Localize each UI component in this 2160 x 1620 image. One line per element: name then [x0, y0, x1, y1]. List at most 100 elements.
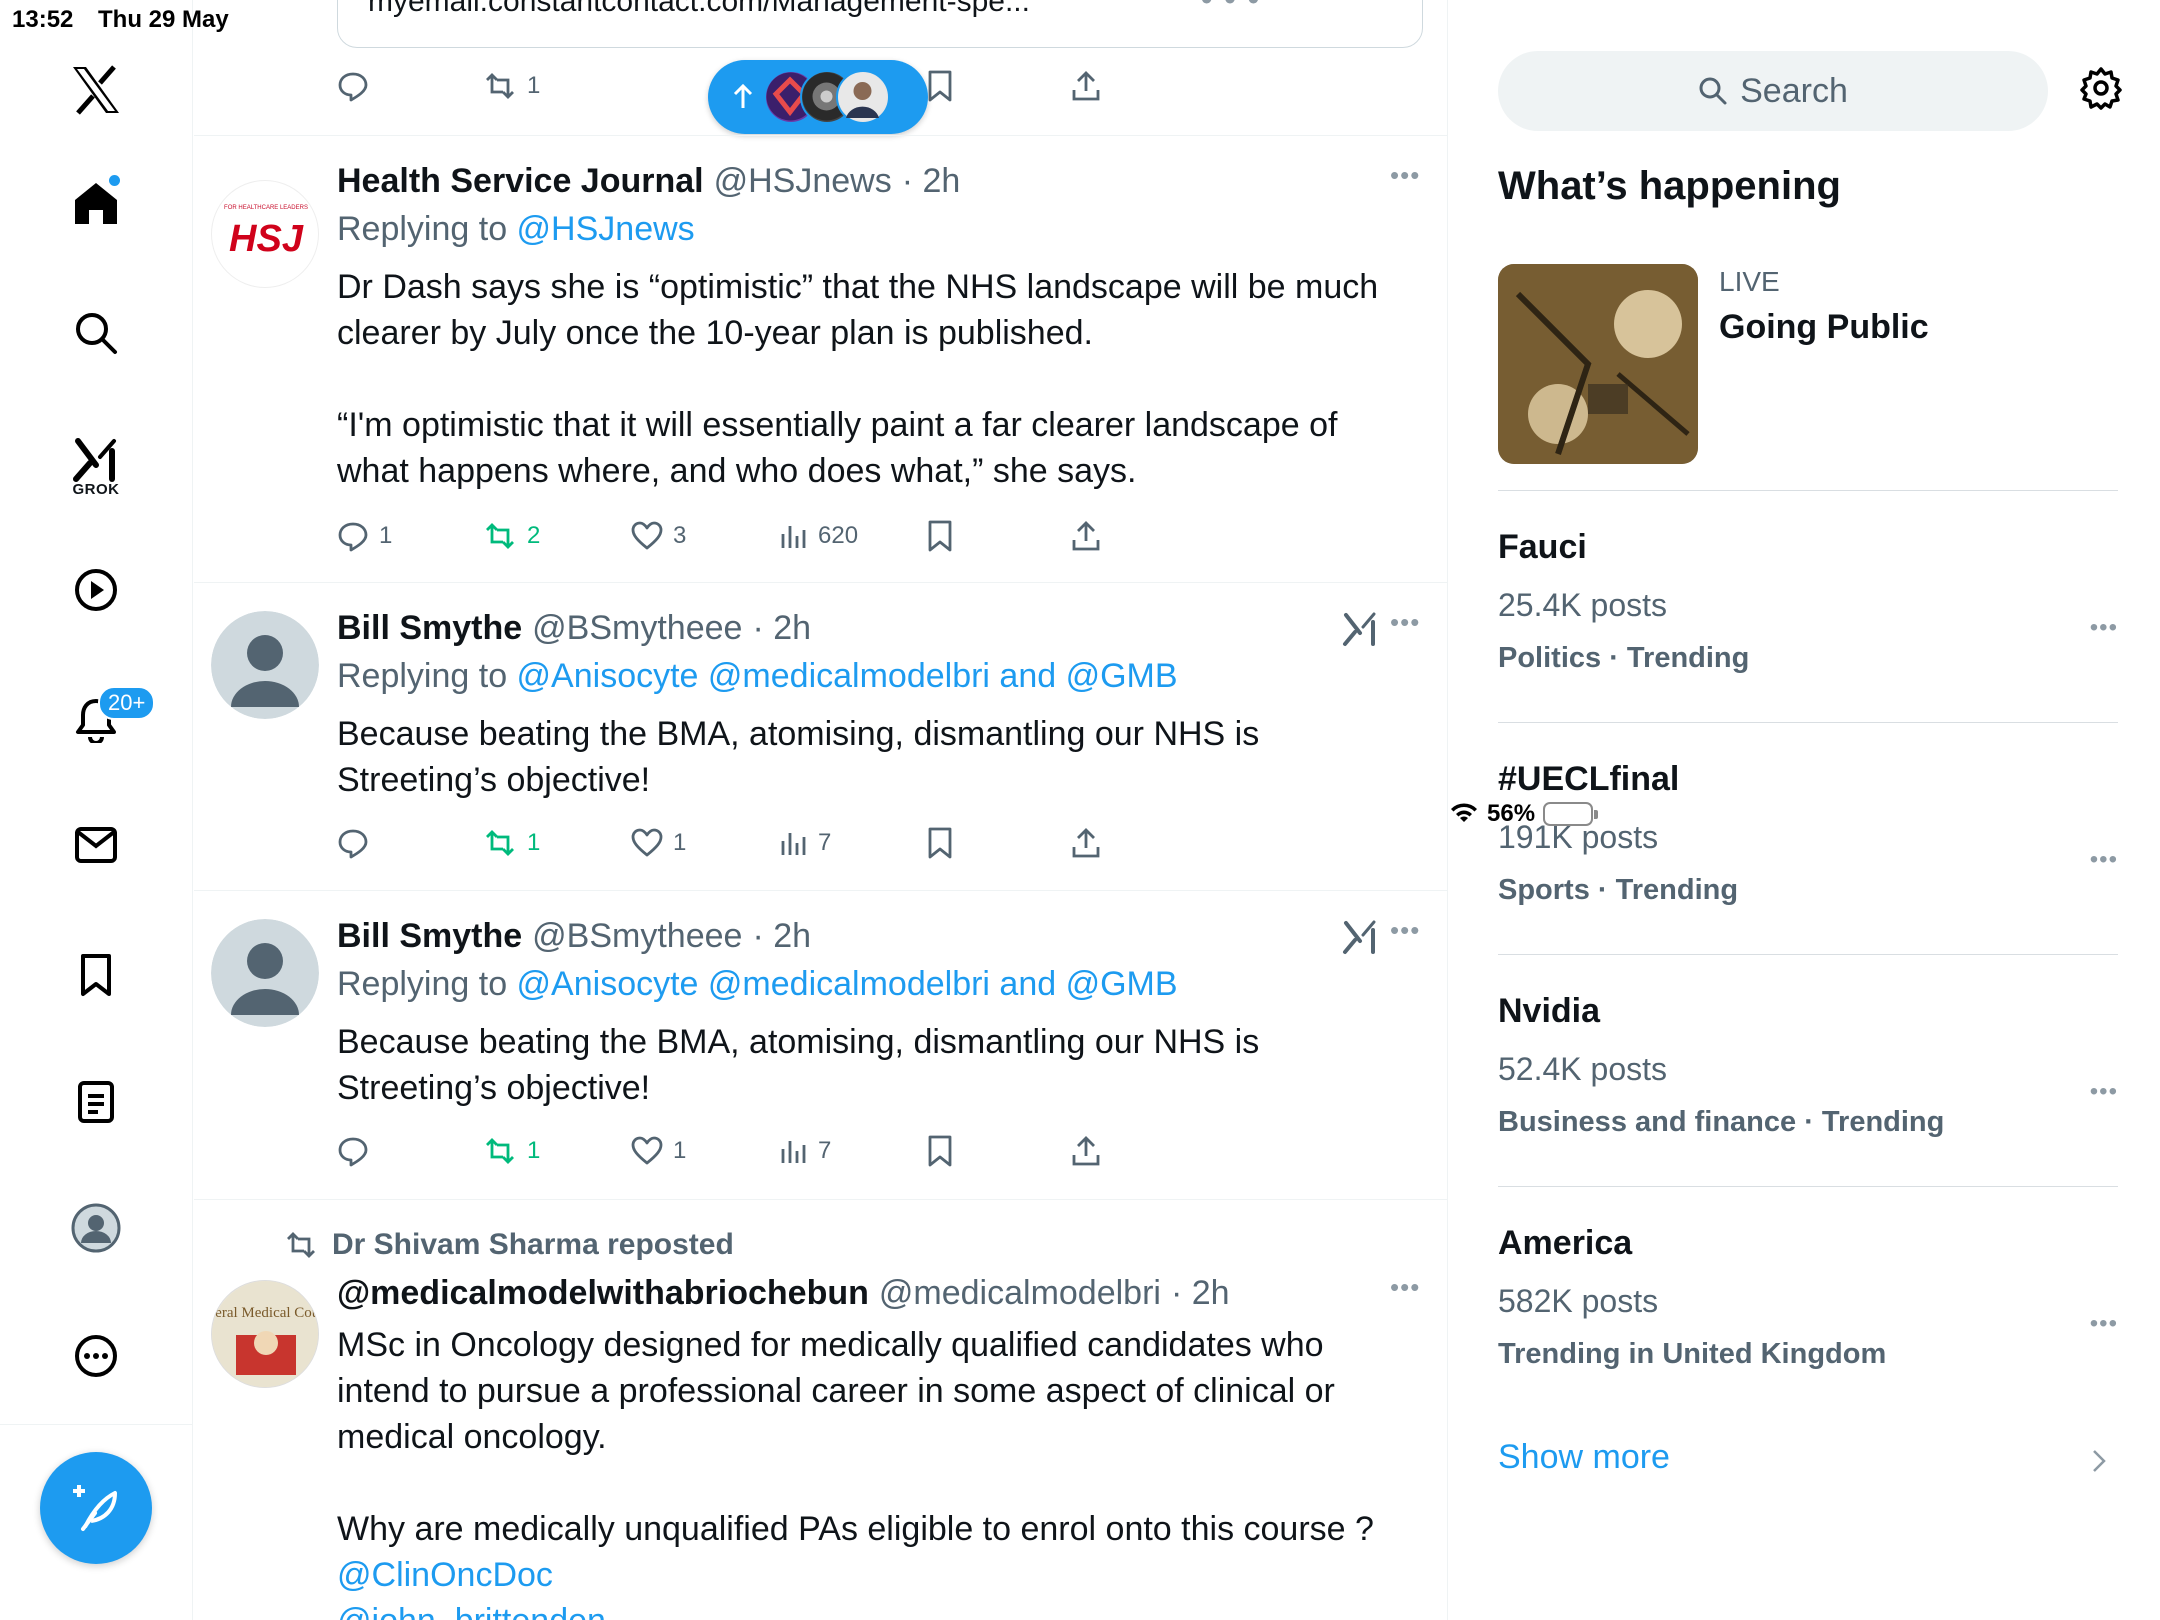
notifications-bell-icon[interactable]: 20+	[56, 680, 156, 760]
reply-icon	[338, 522, 368, 552]
bookmark-button[interactable]	[927, 66, 953, 106]
repost-button[interactable]: 1	[483, 1131, 540, 1171]
bookmark-button[interactable]	[927, 823, 953, 863]
x-logo-icon[interactable]	[56, 50, 136, 130]
profile-avatar-icon[interactable]	[56, 1188, 136, 1268]
post-time: · 2h	[1170, 1274, 1230, 1312]
repost-icon	[486, 523, 514, 549]
heart-icon	[631, 521, 663, 550]
hsj-logo-text: HSJ	[229, 218, 304, 260]
views-button[interactable]: 620	[780, 516, 858, 556]
repost-icon	[287, 1232, 315, 1258]
mention-link[interactable]: @ClinOncDoc	[337, 1556, 553, 1594]
grok-label: GROK	[72, 481, 120, 498]
repost-count: 1	[527, 72, 541, 99]
repost-count: 1	[527, 829, 541, 856]
bookmarks-icon[interactable]	[56, 935, 136, 1015]
post-author-name[interactable]: Bill Smythe	[337, 917, 522, 956]
compose-post-button[interactable]	[40, 1452, 152, 1564]
post-author-handle[interactable]: @medicalmodelbri	[879, 1274, 1161, 1313]
reply-count: 1	[379, 522, 393, 549]
views-chart-icon	[781, 833, 806, 855]
post-time: · 2h	[901, 162, 961, 200]
post-header: Health Service Journal @HSJnews · 2h	[337, 162, 960, 201]
post-author-handle[interactable]: @BSmytheee	[532, 609, 742, 648]
replying-to-link[interactable]: @Anisocyte @medicalmodelbri and @GMB	[517, 965, 1178, 1003]
share-icon	[1072, 1136, 1100, 1166]
like-button[interactable]: 1	[631, 823, 686, 863]
post-more-icon[interactable]: •••	[1390, 607, 1420, 638]
post-item[interactable]: Bill Smythe @BSmytheee · 2h ••• Replying…	[194, 582, 1447, 892]
replying-to-link[interactable]: @HSJnews	[517, 210, 695, 248]
nav-divider	[0, 1424, 193, 1425]
bookmark-icon	[928, 827, 952, 859]
grok-explain-icon[interactable]	[1342, 611, 1378, 647]
share-button[interactable]	[1071, 516, 1101, 556]
post-item[interactable]: Dr Shivam Sharma reposted General Medica…	[194, 1199, 1447, 1620]
post-author-handle[interactable]: @BSmytheee	[532, 917, 742, 956]
bookmark-button[interactable]	[927, 516, 953, 556]
like-count: 3	[673, 522, 687, 549]
repost-button[interactable]: 2	[483, 516, 540, 556]
video-play-icon[interactable]	[56, 550, 136, 630]
repost-button[interactable]: 1	[483, 66, 540, 106]
like-button[interactable]: 3	[631, 516, 686, 556]
post-body: MSc in Oncology designed for medically q…	[337, 1326, 1374, 1548]
repost-button[interactable]: 1	[483, 823, 540, 863]
post-avatar-gmc[interactable]: General Medical Council	[211, 1280, 319, 1388]
views-button[interactable]: 7	[780, 1131, 831, 1171]
share-button[interactable]	[1071, 66, 1101, 106]
post-author-name[interactable]: Bill Smythe	[337, 609, 522, 648]
post-more-icon[interactable]: •••	[1390, 160, 1420, 191]
views-button[interactable]: 7	[780, 823, 831, 863]
post-more-icon[interactable]: •••	[1390, 915, 1420, 946]
home-icon[interactable]	[56, 163, 136, 243]
reply-icon	[338, 72, 368, 102]
bookmark-icon	[928, 70, 952, 102]
replying-to: Replying to @Anisocyte @medicalmodelbri …	[337, 657, 1178, 696]
status-bar: 13:52 Thu 29 May 56%	[0, 0, 2160, 827]
repost-context-text[interactable]: Dr Shivam Sharma reposted	[332, 1228, 734, 1262]
wifi-icon	[1449, 802, 1479, 826]
new-posts-pill[interactable]	[708, 60, 928, 134]
explore-search-icon[interactable]	[56, 293, 136, 373]
repost-count: 1	[527, 1137, 541, 1164]
left-navigation: GROK 20+	[0, 0, 193, 1620]
reply-button[interactable]	[337, 66, 369, 106]
grok-explain-icon[interactable]	[1342, 919, 1378, 955]
repost-count: 2	[527, 522, 541, 549]
post-author-handle[interactable]: @HSJnews	[714, 162, 892, 201]
more-options-icon[interactable]	[56, 1316, 136, 1396]
bookmark-icon	[928, 1135, 952, 1167]
new-post-avatar	[836, 70, 890, 124]
post-avatar-hsj[interactable]: FOR HEALTHCARE LEADERS HSJ	[211, 180, 319, 288]
reply-button[interactable]	[337, 823, 369, 863]
status-date: Thu 29 May	[98, 6, 229, 33]
share-button[interactable]	[1071, 1131, 1101, 1171]
post-text: Because beating the BMA, atomising, dism…	[337, 1023, 1269, 1107]
grok-nav-item[interactable]: GROK	[56, 420, 136, 500]
views-count: 7	[818, 1137, 832, 1164]
post-avatar-default[interactable]	[211, 611, 319, 719]
post-item[interactable]: Bill Smythe @BSmytheee · 2h ••• Replying…	[194, 890, 1447, 1200]
post-author-name[interactable]: Health Service Journal	[337, 162, 704, 201]
post-author-name[interactable]: @medicalmodelwithabriochebun	[337, 1274, 869, 1313]
post-text: Because beating the BMA, atomising, dism…	[337, 715, 1269, 799]
share-button[interactable]	[1071, 823, 1101, 863]
like-button[interactable]: 1	[631, 1131, 686, 1171]
mention-link[interactable]: @john_brittenden	[337, 1602, 606, 1620]
gmc-avatar-text: General Medical Council	[212, 1305, 319, 1321]
post-avatar-default[interactable]	[211, 919, 319, 1027]
post-more-icon[interactable]: •••	[1390, 1272, 1420, 1303]
lists-icon[interactable]	[56, 1062, 136, 1142]
bookmark-button[interactable]	[927, 1131, 953, 1171]
messages-envelope-icon[interactable]	[56, 805, 136, 885]
home-feed[interactable]: myemail.constantcontact.com/Management-s…	[194, 0, 1448, 1620]
reply-button[interactable]: 1	[337, 516, 392, 556]
replying-to-link[interactable]: @Anisocyte @medicalmodelbri and @GMB	[517, 657, 1178, 695]
like-count: 1	[673, 829, 687, 856]
post-actions-bar: 1 2 3 620	[337, 516, 1297, 556]
share-icon	[1072, 521, 1100, 551]
reply-button[interactable]	[337, 1131, 369, 1171]
post-item[interactable]: FOR HEALTHCARE LEADERS HSJ Health Service…	[194, 135, 1447, 585]
